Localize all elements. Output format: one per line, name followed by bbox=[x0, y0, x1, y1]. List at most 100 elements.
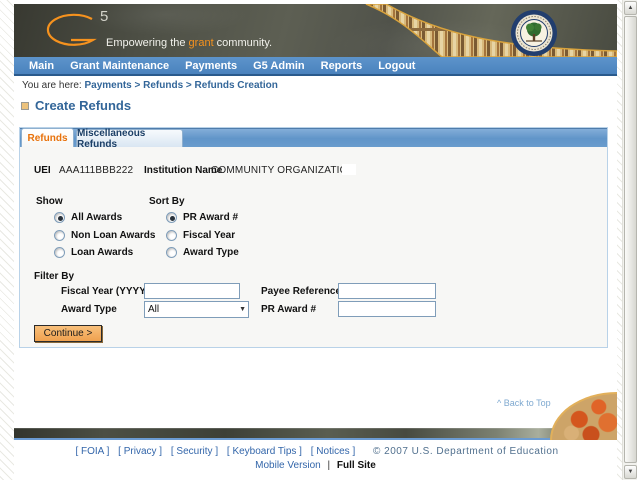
copyright-text: © 2007 U.S. Department of Education bbox=[373, 446, 559, 457]
award-type-selected-value: All bbox=[148, 304, 160, 315]
bracket: [ bbox=[118, 446, 121, 457]
payee-reference-input[interactable] bbox=[338, 283, 436, 299]
radio-icon bbox=[54, 212, 65, 223]
award-type-select[interactable]: All ▼ bbox=[144, 301, 249, 318]
footer-links-row: [ FOIA ] [ Privacy ] [ Security ] [ Keyb… bbox=[14, 446, 617, 457]
uei-value: AAA111BBB222 bbox=[59, 165, 134, 176]
radio-label: Fiscal Year bbox=[183, 230, 236, 241]
tagline-prefix: Empowering the bbox=[106, 37, 189, 49]
g5-logo-icon bbox=[46, 13, 97, 46]
radio-label: Award Type bbox=[183, 247, 239, 258]
breadcrumb-separator: > bbox=[185, 80, 192, 91]
classroom-image bbox=[550, 392, 617, 440]
bookshelf-image bbox=[365, 4, 617, 57]
footer-link-privacy[interactable]: [ Privacy ] bbox=[118, 446, 162, 457]
bracket: ] bbox=[106, 446, 110, 457]
footer-link-notices[interactable]: [ Notices ] bbox=[311, 446, 355, 457]
chevron-down-icon: ▼ bbox=[239, 306, 246, 313]
page-title: Create Refunds bbox=[35, 98, 132, 113]
page: 5 Empowering the grant community. Main G… bbox=[14, 0, 617, 480]
department-of-education-seal bbox=[511, 10, 557, 56]
scrollbar-thumb[interactable] bbox=[624, 16, 637, 463]
scroll-up-icon[interactable]: ▲ bbox=[624, 1, 637, 15]
footer-link-label: Security bbox=[176, 446, 213, 457]
bottom-gradient-bar bbox=[14, 428, 617, 438]
nav-item-g5-admin[interactable]: G5 Admin bbox=[253, 60, 305, 72]
footer-link-label: Privacy bbox=[123, 446, 157, 457]
pr-award-input[interactable] bbox=[338, 301, 436, 317]
tagline: Empowering the grant community. bbox=[106, 37, 272, 49]
vertical-scrollbar: ▲ ▼ bbox=[622, 0, 637, 480]
breadcrumb-link-refunds-creation[interactable]: Refunds Creation bbox=[195, 80, 278, 91]
footer: [ FOIA ] [ Privacy ] [ Security ] [ Keyb… bbox=[14, 446, 617, 471]
radio-option-loan-awards[interactable]: Loan Awards bbox=[54, 247, 133, 258]
filter-by-label: Filter By bbox=[34, 271, 75, 282]
blank-field-box bbox=[342, 164, 356, 175]
continue-button[interactable]: Continue > bbox=[34, 325, 102, 342]
institution-name-value: COMMUNITY ORGANIZATION bbox=[211, 165, 356, 176]
show-group-label: Show bbox=[36, 196, 63, 207]
nav-item-payments[interactable]: Payments bbox=[185, 60, 237, 72]
mobile-version-link[interactable]: Mobile Version bbox=[255, 460, 321, 471]
radio-label: Non Loan Awards bbox=[71, 230, 156, 241]
footer-link-label: Notices bbox=[316, 446, 350, 457]
radio-icon bbox=[54, 230, 65, 241]
main-nav: Main Grant Maintenance Payments G5 Admin… bbox=[14, 57, 617, 76]
uei-label: UEI bbox=[34, 165, 51, 176]
tab-refunds[interactable]: Refunds bbox=[21, 128, 74, 147]
full-site-label: Full Site bbox=[336, 460, 376, 471]
breadcrumb-link-payments[interactable]: Payments bbox=[84, 80, 131, 91]
g5-logo-number: 5 bbox=[100, 8, 109, 25]
bracket: ] bbox=[352, 446, 356, 457]
refunds-panel: Refunds Miscellaneous Refunds UEI AAA111… bbox=[19, 127, 608, 348]
radio-icon bbox=[166, 247, 177, 258]
footer-link-security[interactable]: [ Security ] bbox=[171, 446, 218, 457]
tab-strip: Refunds Miscellaneous Refunds bbox=[20, 128, 607, 150]
pr-award-label: PR Award # bbox=[261, 304, 317, 315]
radio-label: Loan Awards bbox=[71, 247, 134, 258]
radio-option-all-awards[interactable]: All Awards bbox=[54, 212, 122, 223]
footer-divider: | bbox=[327, 460, 331, 471]
breadcrumb-prefix: You are here: bbox=[22, 80, 82, 91]
radio-option-non-loan-awards[interactable]: Non Loan Awards bbox=[54, 230, 155, 241]
footer-link-keyboard-tips[interactable]: [ Keyboard Tips ] bbox=[227, 446, 302, 457]
breadcrumb-link-refunds[interactable]: Refunds bbox=[143, 80, 183, 91]
bracket: ] bbox=[159, 446, 163, 457]
bracket: [ bbox=[170, 446, 174, 457]
bracket: [ bbox=[310, 446, 314, 457]
header-banner: 5 Empowering the grant community. bbox=[14, 4, 617, 57]
radio-option-award-type[interactable]: Award Type bbox=[166, 247, 239, 258]
footer-link-label: FOIA bbox=[81, 446, 104, 457]
tagline-highlight: grant bbox=[188, 37, 214, 49]
footer-link-label: Keyboard Tips bbox=[232, 446, 297, 457]
bracket: [ bbox=[75, 446, 79, 457]
radio-option-fiscal-year[interactable]: Fiscal Year bbox=[166, 230, 235, 241]
bottom-blue-line bbox=[14, 438, 617, 440]
radio-label: All Awards bbox=[71, 212, 123, 223]
nav-item-reports[interactable]: Reports bbox=[321, 60, 363, 72]
fiscal-year-input[interactable] bbox=[144, 283, 240, 299]
bracket: [ bbox=[226, 446, 230, 457]
tab-miscellaneous-refunds[interactable]: Miscellaneous Refunds bbox=[76, 128, 183, 150]
breadcrumb-separator: > bbox=[134, 80, 141, 91]
back-to-top-link[interactable]: ^ Back to Top bbox=[497, 398, 551, 408]
title-row: Create Refunds bbox=[21, 98, 131, 113]
radio-icon bbox=[166, 212, 177, 223]
sort-by-group-label: Sort By bbox=[149, 196, 185, 207]
footer-link-foia[interactable]: [ FOIA ] bbox=[75, 446, 109, 457]
create-refunds-icon bbox=[21, 101, 29, 110]
radio-icon bbox=[54, 247, 65, 258]
bracket: ] bbox=[215, 446, 219, 457]
payee-reference-label: Payee Reference bbox=[261, 286, 342, 297]
radio-label: PR Award # bbox=[183, 212, 239, 223]
radio-option-pr-award[interactable]: PR Award # bbox=[166, 212, 238, 223]
nav-item-logout[interactable]: Logout bbox=[378, 60, 415, 72]
award-type-label: Award Type bbox=[61, 304, 117, 315]
breadcrumb: You are here: Payments > Refunds > Refun… bbox=[22, 80, 278, 91]
nav-item-grant-maintenance[interactable]: Grant Maintenance bbox=[70, 60, 169, 72]
bracket: ] bbox=[299, 446, 302, 457]
scroll-down-icon[interactable]: ▼ bbox=[624, 465, 637, 479]
footer-version-row: Mobile Version | Full Site bbox=[14, 460, 617, 471]
radio-icon bbox=[166, 230, 177, 241]
nav-item-main[interactable]: Main bbox=[29, 60, 54, 72]
